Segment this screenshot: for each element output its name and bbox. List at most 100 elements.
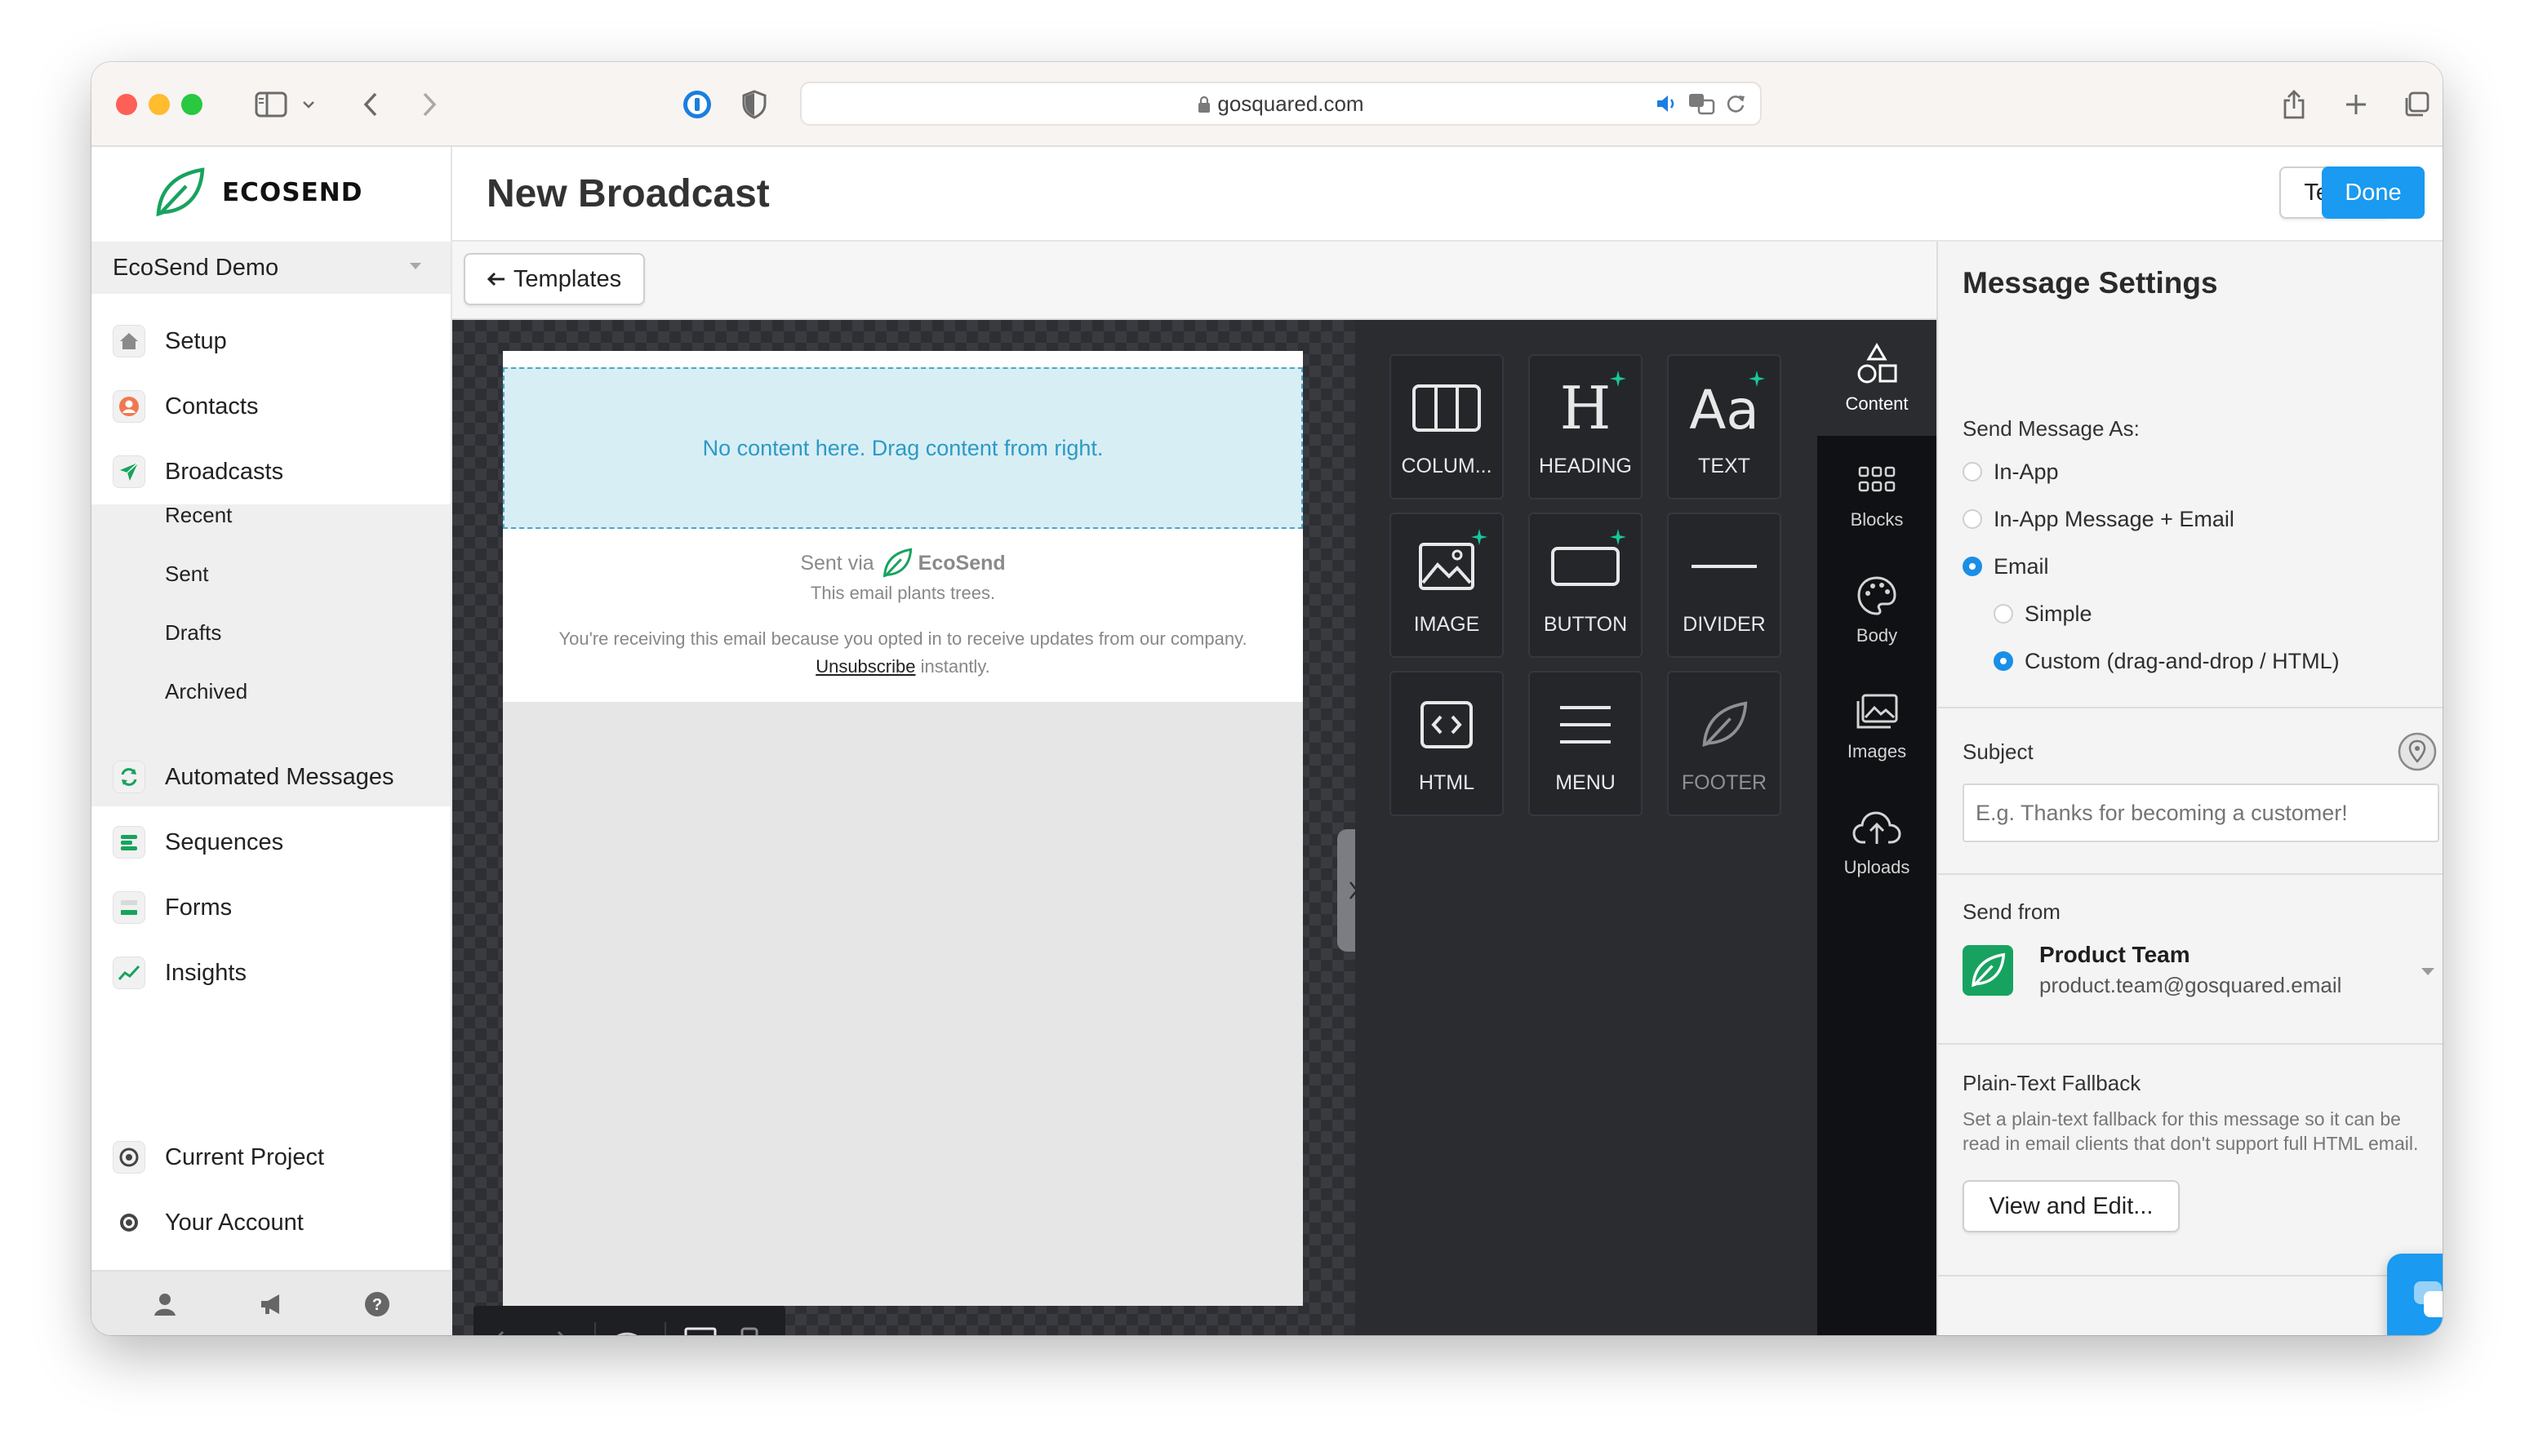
subject-input[interactable] [1963, 783, 2439, 842]
person-icon [113, 390, 145, 423]
unsubscribe-link[interactable]: Unsubscribe [816, 656, 915, 677]
tab-overview-icon[interactable] [2398, 83, 2434, 126]
sidebar-footer: ? [91, 1270, 451, 1335]
radio-in-app-email[interactable]: In-App Message + Email [1963, 503, 2234, 535]
megaphone-icon[interactable] [255, 1288, 287, 1321]
sidebar-item-broadcasts[interactable]: Broadcasts [91, 439, 451, 504]
speaker-icon[interactable] [1652, 83, 1682, 124]
mobile-view-icon[interactable] [731, 1324, 767, 1335]
button-icon [1530, 535, 1641, 597]
house-icon [113, 325, 145, 357]
sender-name[interactable]: Product Team [2039, 942, 2190, 968]
canvas-toolbar [473, 1306, 785, 1335]
chevron-down-icon [410, 263, 421, 269]
sidebar-item-your-account[interactable]: Your Account [91, 1190, 451, 1255]
sidebar-item-sequences[interactable]: Sequences [91, 810, 451, 875]
side-tabs: Content Blocks Body Images Uploads [1817, 320, 1936, 1335]
shield-icon[interactable] [736, 83, 772, 126]
forward-icon[interactable] [413, 83, 446, 126]
project-selector[interactable]: EcoSend Demo [91, 242, 451, 294]
password-manager-icon[interactable] [679, 83, 715, 126]
leaf-logo-icon [882, 548, 912, 578]
back-icon[interactable] [354, 83, 387, 126]
sidebar: ECOSEND EcoSend Demo Setup Contacts Broa… [91, 147, 452, 1335]
plants-trees-text: This email plants trees. [810, 583, 996, 603]
minimize-window-button[interactable] [149, 94, 170, 115]
radio-dot [1994, 604, 2013, 624]
browser-titlebar: gosquared.com [91, 62, 2443, 147]
tile-text[interactable]: Aa TEXT [1667, 354, 1781, 499]
sidebar-item-label: Forms [165, 894, 233, 921]
sidebar-item-automated-messages[interactable]: Automated Messages [91, 744, 451, 810]
sidebar-item-insights[interactable]: Insights [91, 940, 451, 1005]
sidebar-subitem-drafts[interactable]: Drafts [165, 604, 221, 661]
sidebar-toggle-icon[interactable] [251, 83, 291, 126]
settings-title: Message Settings [1963, 266, 2218, 300]
sidebar-item-label: Automated Messages [165, 763, 394, 790]
preview-eye-icon[interactable] [609, 1324, 645, 1335]
radio-custom[interactable]: Custom (drag-and-drop / HTML) [1994, 645, 2340, 677]
svg-text:Aa: Aa [1689, 380, 1759, 437]
chevron-down-icon[interactable] [2421, 968, 2434, 975]
view-edit-button[interactable]: View and Edit... [1963, 1180, 2180, 1232]
chat-launcher-button[interactable] [2387, 1254, 2443, 1335]
done-button[interactable]: Done [2322, 166, 2425, 219]
address-bar[interactable]: gosquared.com [800, 82, 1762, 126]
radio-email[interactable]: Email [1963, 550, 2049, 583]
tile-footer[interactable]: FOOTER [1667, 671, 1781, 816]
desktop-view-icon[interactable] [682, 1324, 718, 1335]
sidebar-subitem-recent[interactable]: Recent [165, 486, 232, 544]
radio-dot [1963, 509, 1982, 529]
sidebar-subitem-archived[interactable]: Archived [165, 663, 247, 720]
tile-menu[interactable]: MENU [1528, 671, 1643, 816]
radio-dot-selected [1994, 651, 2013, 671]
new-tab-icon[interactable] [2338, 83, 2374, 126]
zoom-window-button[interactable] [181, 94, 202, 115]
tab-blocks[interactable]: Blocks [1817, 436, 1936, 552]
browser-window: gosquared.com ECOSEND EcoSend Demo Setup… [91, 62, 2443, 1335]
location-pin-icon[interactable] [2397, 731, 2438, 772]
chart-line-icon [113, 957, 145, 989]
tab-images[interactable]: Images [1817, 668, 1936, 783]
leaf-logo-icon [1972, 952, 2006, 988]
sidebar-item-forms[interactable]: Forms [91, 875, 451, 940]
tile-heading[interactable]: H HEADING [1528, 354, 1643, 499]
user-icon[interactable] [149, 1288, 181, 1321]
tile-columns[interactable]: COLUM... [1389, 354, 1504, 499]
tile-divider[interactable]: DIVIDER [1667, 513, 1781, 658]
section-divider [1938, 707, 2443, 708]
email-footer[interactable]: Sent via EcoSend This email plants trees… [503, 547, 1303, 681]
share-icon[interactable] [2276, 83, 2312, 126]
sender-email[interactable]: product.team@gosquared.email [2039, 973, 2341, 998]
sidebar-item-setup[interactable]: Setup [91, 309, 451, 374]
tab-uploads[interactable]: Uploads [1817, 783, 1936, 899]
leaf-icon [1669, 694, 1780, 756]
content-panel: COLUM... H HEADING Aa TEXT IMAGE BUTTON … [1355, 320, 1817, 1335]
sidebar-item-label: Contacts [165, 393, 259, 419]
templates-button[interactable]: Templates [464, 253, 645, 305]
radio-simple[interactable]: Simple [1994, 597, 2092, 630]
redo-icon[interactable] [537, 1324, 573, 1335]
undo-icon[interactable] [488, 1324, 524, 1335]
svg-text:?: ? [372, 1296, 382, 1314]
drop-zone[interactable]: No content here. Drag content from right… [503, 367, 1303, 529]
sidebar-item-current-project[interactable]: Current Project [91, 1125, 451, 1190]
reload-icon[interactable] [1721, 83, 1750, 124]
close-window-button[interactable] [116, 94, 137, 115]
tile-image[interactable]: IMAGE [1389, 513, 1504, 658]
send-as-label: Send Message As: [1963, 416, 2140, 441]
project-name: EcoSend Demo [113, 254, 279, 281]
tab-content[interactable]: Content [1817, 320, 1936, 436]
ecosend-logo[interactable]: ECOSEND [153, 166, 362, 219]
radio-in-app[interactable]: In-App [1963, 455, 2059, 488]
translate-icon[interactable] [1685, 83, 1718, 124]
tab-body[interactable]: Body [1817, 552, 1936, 668]
tile-button[interactable]: BUTTON [1528, 513, 1643, 658]
arrow-left-icon [487, 272, 505, 286]
sidebar-item-contacts[interactable]: Contacts [91, 374, 451, 439]
sidebar-item-label: Your Account [165, 1209, 304, 1236]
sidebar-subitem-sent[interactable]: Sent [165, 545, 209, 602]
tile-html[interactable]: HTML [1389, 671, 1504, 816]
help-icon[interactable]: ? [361, 1288, 393, 1321]
chevron-down-icon[interactable] [299, 83, 318, 126]
